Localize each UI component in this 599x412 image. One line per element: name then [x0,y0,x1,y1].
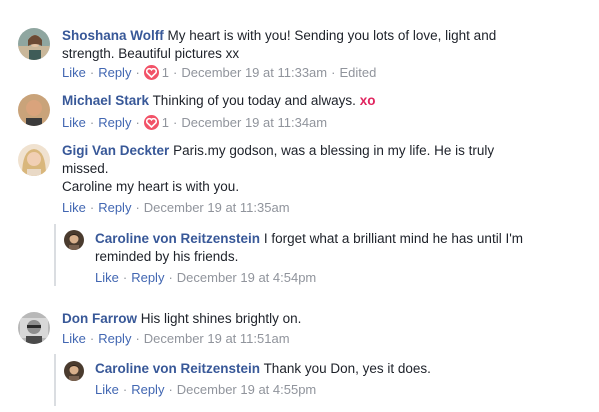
reply-thread-line [54,224,56,286]
timestamp[interactable]: December 19 at 11:33am [181,65,327,80]
comment-text-line2: strength. Beautiful pictures xx [62,46,240,61]
reply-link[interactable]: Reply [131,382,164,397]
like-link[interactable]: Like [62,115,86,130]
comment-text-xo: xo [359,93,376,108]
comment-author[interactable]: Gigi Van Deckter [62,143,169,158]
timestamp[interactable]: December 19 at 11:35am [144,200,290,215]
comment-author[interactable]: Don Farrow [62,311,137,326]
reply-link[interactable]: Reply [98,115,131,130]
comment-text-line3: Caroline my heart is with you. [62,179,240,194]
avatar[interactable] [18,28,50,60]
timestamp[interactable]: December 19 at 4:55pm [177,382,316,397]
reply-link[interactable]: Reply [98,65,131,80]
avatar[interactable] [64,361,84,381]
heart-reaction-icon[interactable] [143,65,159,80]
reaction-count[interactable]: 1 [162,65,169,80]
comment-text: His light shines brightly on. [140,311,302,326]
comment-meta: Like · Reply · December 19 at 11:51am [62,331,290,346]
reply-thread-line [54,354,56,406]
comment-meta: Like · Reply · 1 · December 19 at 11:33am · Edit… [62,65,377,80]
like-link[interactable]: Like [95,270,119,285]
reply-meta: Like · Reply · December 19 at 4:54pm [95,270,317,285]
reply-author[interactable]: Caroline von Reitzenstein [95,231,260,246]
timestamp[interactable]: December 19 at 11:34am [181,115,327,130]
avatar[interactable] [18,312,50,344]
avatar[interactable] [18,94,50,126]
comment-meta: Like · Reply · December 19 at 11:35am [62,200,290,215]
like-link[interactable]: Like [62,200,86,215]
comment-meta: Like · Reply · 1 · December 19 at 11:34am [62,115,328,130]
comment-text-line2: missed. [62,161,109,176]
reply-text: I forget what a brilliant mind he has un… [263,231,524,246]
reaction-count[interactable]: 1 [162,115,169,130]
reply-link[interactable]: Reply [98,200,131,215]
comment-text: Thinking of you today and always. [152,93,356,108]
reply-meta: Like · Reply · December 19 at 4:55pm [95,382,317,397]
comment-text: My heart is with you! Sending you lots o… [167,28,497,43]
reply-link[interactable]: Reply [131,270,164,285]
reply-text: Thank you Don, yes it does. [263,361,431,376]
reply-text-line2: reminded by his friends. [95,249,239,264]
avatar[interactable] [18,144,50,176]
comment-author[interactable]: Michael Stark [62,93,149,108]
avatar[interactable] [64,230,84,250]
timestamp[interactable]: December 19 at 4:54pm [177,270,316,285]
like-link[interactable]: Like [95,382,119,397]
comment-author[interactable]: Shoshana Wolff [62,28,164,43]
reply-author[interactable]: Caroline von Reitzenstein [95,361,260,376]
comment-text: Paris.my godson, was a blessing in my li… [173,143,495,158]
timestamp[interactable]: December 19 at 11:51am [144,331,290,346]
edited-label[interactable]: Edited [339,65,376,80]
heart-reaction-icon[interactable] [143,115,159,130]
like-link[interactable]: Like [62,331,86,346]
reply-link[interactable]: Reply [98,331,131,346]
like-link[interactable]: Like [62,65,86,80]
